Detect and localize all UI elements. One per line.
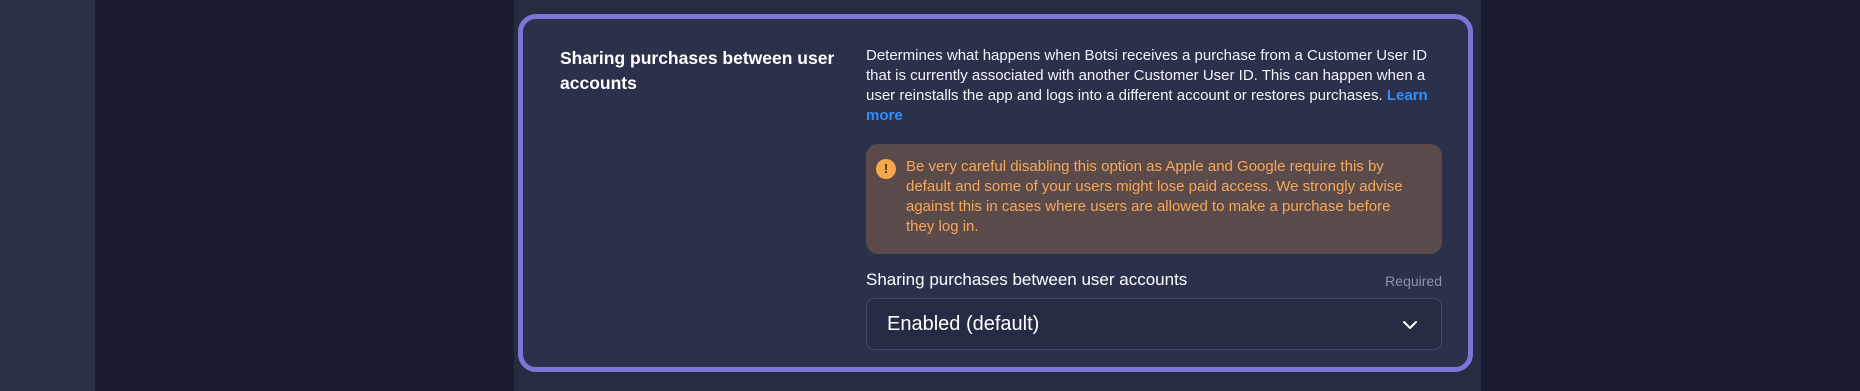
select-value: Enabled (default)	[887, 313, 1040, 335]
warning-callout: ! Be very careful disabling this option …	[866, 144, 1442, 254]
chevron-down-icon	[1403, 321, 1417, 329]
section-title: Sharing purchases between user accounts	[560, 48, 835, 93]
field-label: Sharing purchases between user accounts	[866, 270, 1188, 289]
exclamation-circle-icon: !	[876, 159, 896, 179]
left-gutter	[0, 0, 95, 391]
field-label-row: Sharing purchases between user accounts …	[866, 269, 1442, 293]
section-description: Determines what happens when Botsi recei…	[866, 46, 1446, 126]
sharing-purchases-select[interactable]: Enabled (default)	[866, 298, 1442, 350]
settings-body: Determines what happens when Botsi recei…	[866, 46, 1446, 350]
description-text: Determines what happens when Botsi recei…	[866, 47, 1428, 104]
sharing-purchases-card: Sharing purchases between user accounts …	[518, 14, 1473, 372]
required-tag: Required	[1385, 273, 1442, 289]
page: Sharing purchases between user accounts …	[0, 0, 1860, 391]
warning-text: Be very careful disabling this option as…	[906, 158, 1403, 235]
